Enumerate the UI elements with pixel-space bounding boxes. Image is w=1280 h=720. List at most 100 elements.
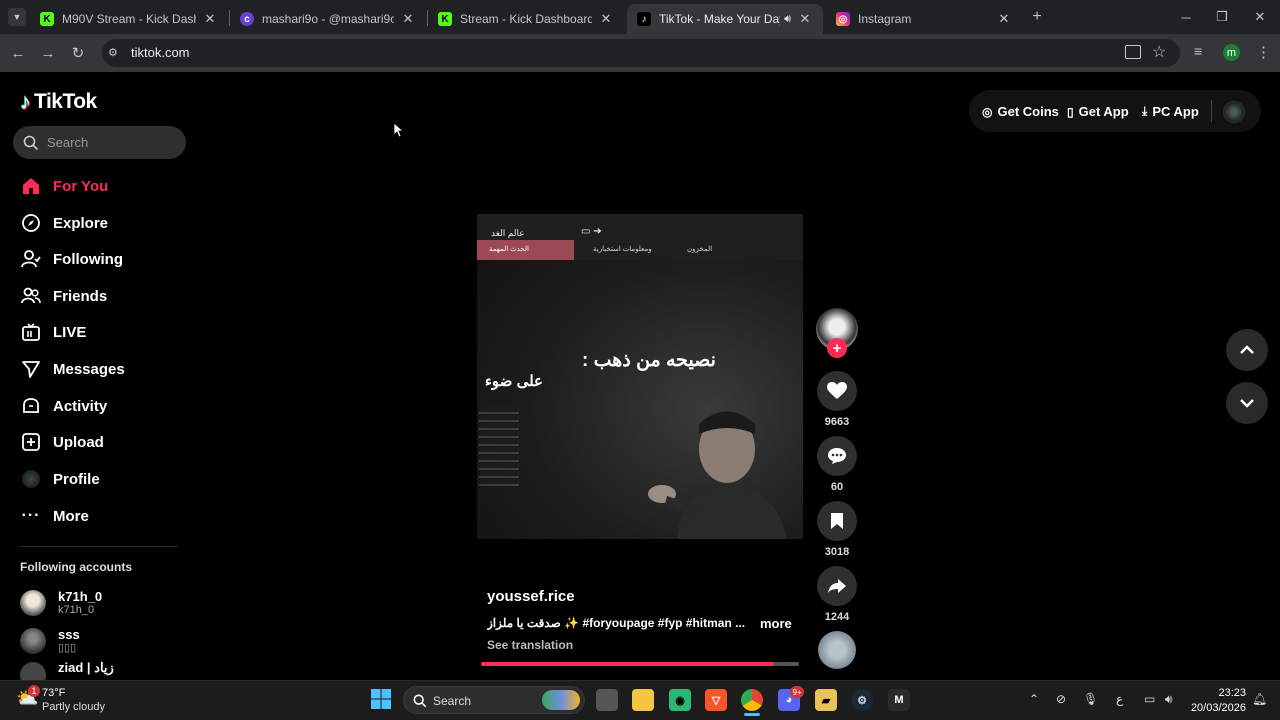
browser-tab[interactable]: K Stream - Kick Dashboard ✕ <box>428 4 624 34</box>
following-account[interactable]: ziad | زياد <box>20 660 114 680</box>
next-video-button[interactable] <box>1226 382 1268 424</box>
tab-search-button[interactable]: ▼ <box>8 8 26 26</box>
bookmark-star-icon[interactable]: ☆ <box>1152 42 1166 62</box>
chrome-icon[interactable] <box>741 689 763 711</box>
sound-disc[interactable] <box>818 631 856 669</box>
nav-label: Following <box>53 250 123 268</box>
avatar <box>20 590 46 616</box>
close-window-icon[interactable]: ✕ <box>1240 6 1280 28</box>
task-view-icon[interactable] <box>596 689 618 711</box>
app-icon[interactable]: ◉ <box>669 689 691 711</box>
weather-desc: Partly cloudy <box>42 701 105 713</box>
search-icon <box>23 135 39 151</box>
comment-button[interactable] <box>817 436 857 476</box>
media-controls-icon[interactable]: ≡ <box>1194 43 1202 59</box>
close-tab-icon[interactable]: ✕ <box>996 11 1012 27</box>
tab-title: TikTok - Make Your Day <box>659 12 781 26</box>
search-box[interactable]: Search <box>13 126 186 159</box>
forward-icon[interactable]: → <box>37 42 59 64</box>
user-avatar[interactable] <box>1223 101 1245 123</box>
address-bar[interactable] <box>102 39 1180 67</box>
activity-icon <box>20 395 42 417</box>
app-icon[interactable]: M <box>888 689 910 711</box>
browser-tab[interactable]: ◎ Instagram ✕ <box>826 4 1022 34</box>
language-indicator[interactable]: ع <box>1116 692 1123 706</box>
site-info-icon[interactable]: ⚙ <box>108 46 122 60</box>
nav-friends[interactable]: Friends <box>20 282 107 310</box>
volume-icon[interactable]: 🔊︎ <box>1165 692 1173 707</box>
nav-for-you[interactable]: For You <box>20 172 108 200</box>
microphone-icon[interactable]: 🎙︎ <box>1083 692 1098 706</box>
follow-plus-icon[interactable]: + <box>827 338 847 358</box>
url-text[interactable]: tiktok.com <box>131 45 190 60</box>
save-button[interactable] <box>817 501 857 541</box>
share-button[interactable] <box>817 566 857 606</box>
browser-tab[interactable]: K M90V Stream - Kick Dashboard ✕ <box>30 4 228 34</box>
video-progress-track[interactable] <box>481 662 799 666</box>
previous-video-button[interactable] <box>1226 329 1268 371</box>
logo-text: TikTok <box>34 90 97 113</box>
video-player[interactable]: عالم الغد ▭ ➔ الحدث المهمة ومعلومات استخ… <box>477 214 803 539</box>
video-blurred-text <box>479 406 519 486</box>
install-app-icon[interactable] <box>1125 45 1141 59</box>
new-tab-button[interactable]: + <box>1028 8 1046 26</box>
reload-icon[interactable]: ↻ <box>67 42 89 64</box>
nav-label: Activity <box>53 397 108 415</box>
close-tab-icon[interactable]: ✕ <box>797 11 813 27</box>
get-app-button[interactable]: ▯ Get App <box>1067 104 1129 119</box>
nav-upload[interactable]: Upload <box>20 428 104 456</box>
tiktok-logo[interactable]: ♪ TikTok <box>20 89 97 115</box>
tray-overflow-icon[interactable]: ⌃ <box>1029 692 1039 706</box>
maximize-icon[interactable]: ❐ <box>1202 6 1242 28</box>
nav-activity[interactable]: Activity <box>20 392 107 420</box>
brave-icon[interactable]: ▽ <box>705 689 727 711</box>
browser-tab[interactable]: c mashari9o - @mashari9o | Crea ✕ <box>230 4 426 34</box>
video-author[interactable]: youssef.rice <box>487 588 575 605</box>
display-icon[interactable]: ▭ <box>1144 692 1155 706</box>
taskbar-search[interactable]: Search <box>403 686 585 714</box>
nav-label: More <box>53 507 89 525</box>
more-button[interactable]: more <box>760 616 792 631</box>
nav-live[interactable]: LIVE <box>20 318 86 346</box>
following-account[interactable]: k71h_0 k71h_0 <box>20 586 102 620</box>
notification-icon[interactable]: 🔔︎ <box>1252 692 1267 706</box>
browser-menu-icon[interactable]: ⋮ <box>1256 43 1271 61</box>
avatar <box>20 662 46 680</box>
profile-avatar[interactable]: m <box>1223 44 1240 61</box>
like-button[interactable] <box>817 371 857 411</box>
pc-app-button[interactable]: ⤓ PC App <box>1142 104 1199 119</box>
minimize-icon[interactable]: ─ <box>1166 6 1206 28</box>
app-icon[interactable]: ▰ <box>815 689 837 711</box>
close-tab-icon[interactable]: ✕ <box>202 11 218 27</box>
browser-tab-active[interactable]: ♪ TikTok - Make Your Day 🔊︎ ✕ <box>627 4 823 34</box>
nav-explore[interactable]: Explore <box>20 209 108 237</box>
close-tab-icon[interactable]: ✕ <box>400 11 416 27</box>
steam-icon[interactable]: ⚙ <box>851 689 873 711</box>
inner-tab: المخزون <box>687 246 713 253</box>
nav-messages[interactable]: Messages <box>20 355 125 383</box>
back-icon[interactable]: ← <box>7 42 29 64</box>
weather-temp: 73°F <box>42 687 66 699</box>
following-account[interactable]: sss ▯▯▯ <box>20 624 80 658</box>
search-input[interactable]: Search <box>47 135 88 150</box>
browser-tab-strip: ▼ K M90V Stream - Kick Dashboard ✕ c mas… <box>0 0 1280 34</box>
see-translation-button[interactable]: See translation <box>487 638 573 652</box>
get-coins-label: Get Coins <box>997 104 1059 119</box>
chevron-up-icon <box>1240 345 1254 354</box>
get-coins-button[interactable]: ◎ Get Coins <box>982 104 1059 119</box>
nav-following[interactable]: Following <box>20 245 123 273</box>
file-explorer-icon[interactable] <box>632 689 654 711</box>
nav-more[interactable]: ··· More <box>20 502 89 530</box>
start-button[interactable] <box>371 689 393 711</box>
clock-time[interactable]: 23:23 <box>1200 687 1246 699</box>
windows-logo-icon <box>371 689 391 709</box>
more-icon: ··· <box>21 507 41 524</box>
nav-profile[interactable]: Profile <box>20 465 100 493</box>
network-icon[interactable]: ⊘ <box>1056 692 1066 706</box>
clock-date[interactable]: 20/03/2026 <box>1184 702 1246 714</box>
nav-label: Profile <box>53 470 100 488</box>
kick-icon: K <box>438 12 452 26</box>
weather-widget[interactable]: ⛅ 1 73°F Partly cloudy <box>14 684 134 716</box>
close-tab-icon[interactable]: ✕ <box>598 11 614 27</box>
speaker-icon[interactable]: 🔊︎ <box>784 13 791 26</box>
